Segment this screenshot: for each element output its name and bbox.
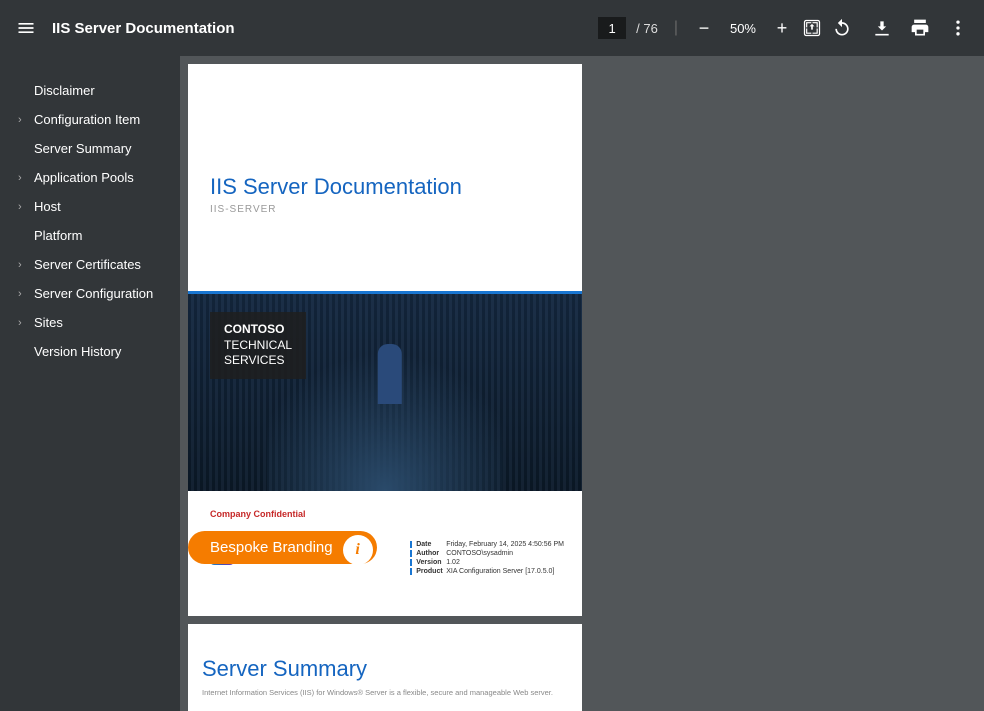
confidential-label: Company Confidential xyxy=(210,509,582,519)
cover-title: IIS Server Documentation xyxy=(210,174,582,200)
pdf-page-2: Server Summary Internet Information Serv… xyxy=(188,624,582,711)
chevron-right-icon[interactable]: › xyxy=(18,259,32,271)
pdf-content-area[interactable]: IIS Server Documentation IIS-SERVER CONT… xyxy=(180,56,984,711)
pdf-toolbar: IIS Server Documentation / 76 | − 50% + xyxy=(0,0,984,56)
rotate-icon[interactable] xyxy=(832,18,852,38)
nav-item-server-configuration[interactable]: ›Server Configuration xyxy=(0,279,180,308)
nav-item-configuration-item[interactable]: ›Configuration Item xyxy=(0,105,180,134)
document-title: IIS Server Documentation xyxy=(52,20,235,37)
nav-item-platform[interactable]: Platform xyxy=(0,221,180,250)
nav-item-version-history[interactable]: Version History xyxy=(0,337,180,366)
callout-bespoke-branding[interactable]: Bespoke Branding i xyxy=(188,531,377,564)
divider: | xyxy=(674,19,678,37)
more-icon[interactable] xyxy=(948,18,968,38)
outline-sidebar: Disclaimer ›Configuration Item Server Su… xyxy=(0,56,180,711)
print-icon[interactable] xyxy=(910,18,930,38)
page-number-input[interactable] xyxy=(598,17,626,39)
zoom-out-button[interactable]: − xyxy=(694,18,714,39)
chevron-right-icon[interactable]: › xyxy=(18,172,32,184)
chevron-right-icon[interactable]: › xyxy=(18,317,32,329)
info-icon: i xyxy=(343,535,373,565)
download-icon[interactable] xyxy=(872,18,892,38)
nav-item-server-certificates[interactable]: ›Server Certificates xyxy=(0,250,180,279)
zoom-level: 50% xyxy=(730,21,756,36)
chevron-right-icon[interactable]: › xyxy=(18,201,32,213)
cover-image: CONTOSO TECHNICAL SERVICES xyxy=(188,291,582,491)
fit-page-icon[interactable] xyxy=(802,18,822,38)
document-meta-table: DateFriday, February 14, 2025 4:50:56 PM… xyxy=(410,541,564,577)
cover-subtitle: IIS-SERVER xyxy=(210,204,582,215)
page-description: Internet Information Services (IIS) for … xyxy=(202,688,568,697)
nav-item-sites[interactable]: ›Sites xyxy=(0,308,180,337)
chevron-right-icon[interactable]: › xyxy=(18,114,32,126)
nav-item-host[interactable]: ›Host xyxy=(0,192,180,221)
nav-item-disclaimer[interactable]: Disclaimer xyxy=(0,76,180,105)
chevron-right-icon[interactable]: › xyxy=(18,288,32,300)
zoom-in-button[interactable]: + xyxy=(772,18,792,39)
menu-icon[interactable] xyxy=(16,18,36,38)
nav-item-application-pools[interactable]: ›Application Pools xyxy=(0,163,180,192)
page-total: / 76 xyxy=(636,21,658,36)
nav-item-server-summary[interactable]: Server Summary xyxy=(0,134,180,163)
page-title: Server Summary xyxy=(202,656,582,682)
cover-brand-overlay: CONTOSO TECHNICAL SERVICES xyxy=(210,312,306,379)
